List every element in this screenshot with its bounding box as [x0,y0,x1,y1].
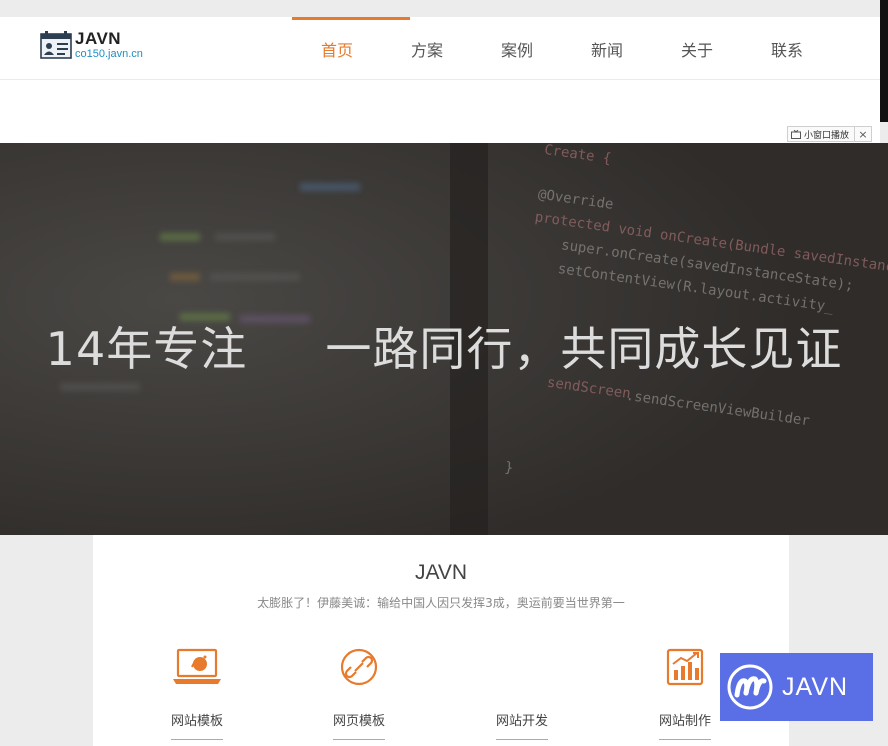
mini-player-button[interactable]: 小窗口播放 [788,127,856,141]
site-logo[interactable]: JAVN co150.javn.cn [40,30,143,60]
tv-icon [791,129,801,139]
mini-player-close-icon[interactable]: × [855,127,871,141]
intro-section: JAVN 太膨胀了！伊藤美诚：输给中国人因只发挥3成，奥运前要当世界第一 网站模… [93,535,789,746]
scrollbar-edge[interactable] [880,0,888,122]
link-circle-icon [309,645,409,689]
nav-item-contact[interactable]: 联系 [742,17,832,80]
brand-m-icon [720,653,780,721]
nav-item-solutions[interactable]: 方案 [382,17,472,80]
mini-player-label: 小窗口播放 [804,130,850,141]
top-strip [0,0,888,17]
laptop-icon [147,645,247,689]
code-icon [472,645,572,689]
hero-banner: Create { @Override protected void onCrea… [0,143,888,535]
section-subtitle: 太膨胀了！伊藤美诚：输给中国人因只发挥3成，奥运前要当世界第一 [257,596,625,610]
logo-title: JAVN [75,29,122,48]
service-label: 网站模板 [170,714,223,729]
service-label: 网站开发 [495,714,548,729]
service-underline [659,739,711,740]
services-list: 网站模板 网页模板 网站开发 网站制作 [93,645,789,745]
section-title: JAVN [414,561,468,584]
badge-text: JAVN [782,672,849,701]
hero-headline: 14年专注 一路同行，共同成长见证 [45,322,843,376]
service-label: 网页模板 [332,714,385,729]
service-item-website-template[interactable]: 网站模板 [147,645,247,740]
site-header: JAVN co150.javn.cn 首页 方案 案例 新闻 关于 联系 [0,17,880,80]
nav-item-news[interactable]: 新闻 [562,17,652,80]
logo-subtitle: co150.javn.cn [75,48,143,60]
nav-item-home[interactable]: 首页 [292,17,410,80]
service-underline [171,739,223,740]
service-item-page-template[interactable]: 网页模板 [309,645,409,740]
service-item-web-development[interactable]: 网站开发 [472,645,572,740]
mini-player-control: 小窗口播放 × [787,126,873,142]
nav-item-cases[interactable]: 案例 [472,17,562,80]
service-underline [333,739,385,740]
main-nav: 首页 方案 案例 新闻 关于 联系 [292,17,832,80]
floating-brand-badge[interactable]: JAVN [720,653,873,721]
header-spacer [0,80,880,143]
nav-item-about[interactable]: 关于 [652,17,742,80]
logo-badge-icon [40,31,72,59]
service-underline [496,739,548,740]
